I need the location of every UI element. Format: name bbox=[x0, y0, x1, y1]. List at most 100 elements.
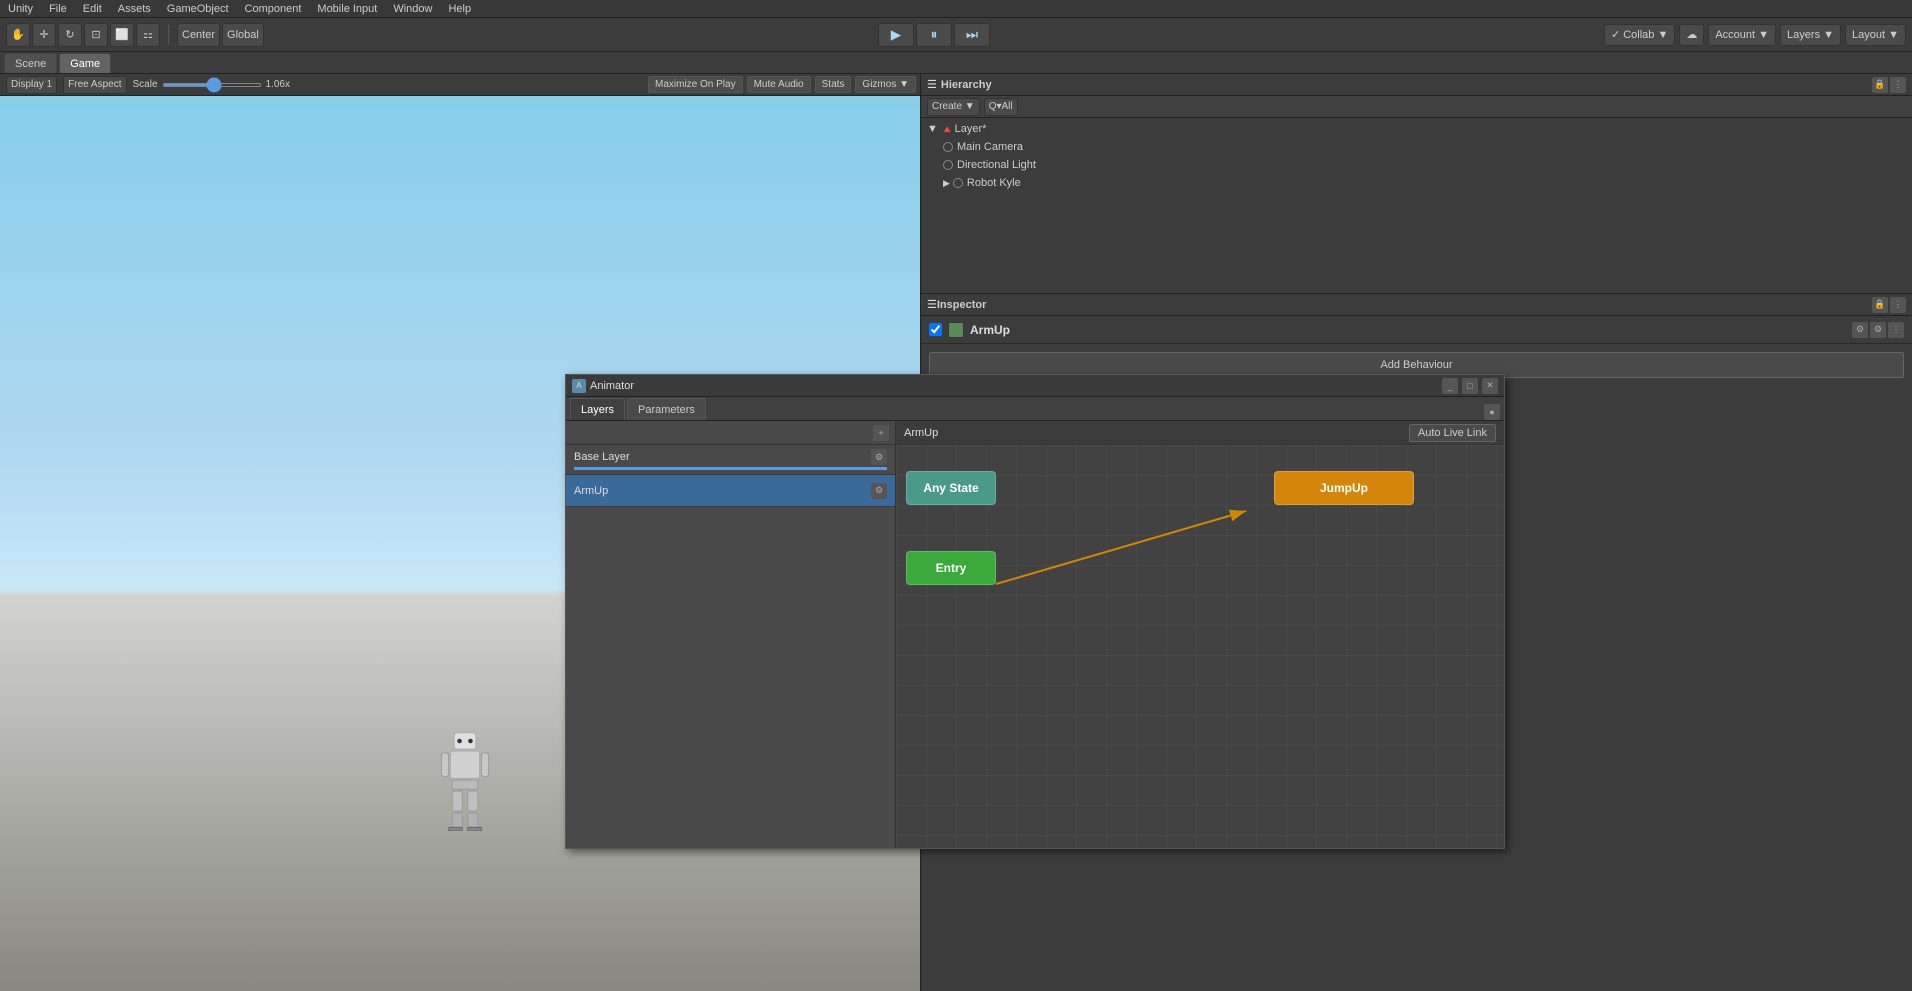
state-any-state[interactable]: Any State bbox=[906, 471, 996, 505]
animator-icon: A bbox=[572, 379, 586, 393]
multi-tool[interactable]: ⚏ bbox=[136, 23, 160, 47]
menu-bar: Unity File Edit Assets GameObject Compon… bbox=[0, 0, 1912, 18]
scale-slider[interactable] bbox=[162, 83, 262, 87]
auto-live-link-btn[interactable]: Auto Live Link bbox=[1409, 424, 1496, 442]
animator-tab-parameters[interactable]: Parameters bbox=[627, 398, 706, 420]
rotate-tool[interactable]: ↻ bbox=[58, 23, 82, 47]
hierarchy-panel: ☰ Hierarchy 🔒 ⋮ Create ▼ Q▾All ▼ 🔺 Layer… bbox=[920, 74, 1912, 294]
search-hierarchy-btn[interactable]: Q▾All bbox=[984, 98, 1018, 116]
robot-arrow: ▶ bbox=[943, 178, 950, 189]
pivot-btn[interactable]: Center bbox=[177, 23, 220, 47]
sep-1 bbox=[168, 25, 169, 45]
rect-tool[interactable]: ⬜ bbox=[110, 23, 134, 47]
graph-header: ArmUp Auto Live Link bbox=[896, 421, 1504, 445]
layer-item-left-armup: ArmUp bbox=[574, 485, 608, 497]
aspect-dropdown[interactable]: Free Aspect bbox=[63, 76, 126, 94]
obj-name: ArmUp bbox=[970, 323, 1010, 337]
tab-scene[interactable]: Scene bbox=[4, 53, 57, 73]
armup-layer-name: ArmUp bbox=[574, 485, 608, 497]
state-entry[interactable]: Entry bbox=[906, 551, 996, 585]
main-layout: Display 1 Free Aspect Scale 1.06x Maximi… bbox=[0, 74, 1912, 991]
step-button[interactable]: ⏭ bbox=[954, 23, 990, 47]
hand-tool[interactable]: ✋ bbox=[6, 23, 30, 47]
gizmos-btn[interactable]: Gizmos ▼ bbox=[855, 76, 916, 93]
graph-title: ArmUp bbox=[904, 427, 938, 439]
create-btn[interactable]: Create ▼ bbox=[927, 98, 980, 116]
animator-graph: ArmUp Auto Live Link Any State Entry Jum… bbox=[896, 421, 1504, 848]
menu-item-component[interactable]: Component bbox=[243, 2, 304, 16]
scene-icon: 🔺 bbox=[941, 123, 955, 136]
inspector-header: ☰ Inspector 🔒 ⋮ bbox=[921, 294, 1912, 316]
animator-eye-btn[interactable]: ● bbox=[1484, 404, 1500, 420]
robot-icon bbox=[953, 178, 963, 188]
animator-collapse-btn[interactable]: _ bbox=[1442, 378, 1458, 394]
cloud-icon: ☁ bbox=[1686, 28, 1697, 41]
inspector-menu-btn[interactable]: ⋮ bbox=[1890, 297, 1906, 313]
animator-layers-panel: + Base Layer ⚙ ArmUp bbox=[566, 421, 896, 848]
menu-item-window[interactable]: Window bbox=[391, 2, 434, 16]
view-tabs: Scene Game bbox=[0, 52, 1912, 74]
hierarchy-header-right: 🔒 ⋮ bbox=[1872, 77, 1906, 93]
hierarchy-lock-btn[interactable]: 🔒 bbox=[1872, 77, 1888, 93]
cloud-btn[interactable]: ☁ bbox=[1679, 24, 1704, 46]
pause-button[interactable]: ⏸ bbox=[916, 23, 952, 47]
base-layer-settings-btn[interactable]: ⚙ bbox=[871, 449, 887, 465]
base-layer-name: Base Layer bbox=[574, 451, 630, 463]
tab-game[interactable]: Game bbox=[59, 53, 111, 73]
animator-tabs-row: Layers Parameters ● bbox=[566, 397, 1504, 421]
scale-row: Scale 1.06x bbox=[133, 79, 290, 90]
graph-grid bbox=[896, 445, 1504, 848]
menu-item-assets[interactable]: Assets bbox=[116, 2, 153, 16]
inspector-lock-btn[interactable]: 🔒 bbox=[1872, 297, 1888, 313]
add-layer-btn[interactable]: + bbox=[873, 425, 889, 441]
collab-icon: ✓ bbox=[1611, 28, 1620, 41]
layout-btn[interactable]: Layout ▼ bbox=[1845, 24, 1906, 46]
camera-name: Main Camera bbox=[957, 141, 1023, 153]
toolbar: ✋ ✛ ↻ ⊡ ⬜ ⚏ Center Global ▶ ⏸ ⏭ ✓ Collab… bbox=[0, 18, 1912, 52]
menu-item-edit[interactable]: Edit bbox=[81, 2, 104, 16]
space-btn[interactable]: Global bbox=[222, 23, 264, 47]
hierarchy-item-layer[interactable]: ▼ 🔺 Layer* bbox=[921, 120, 1912, 138]
play-button[interactable]: ▶ bbox=[878, 23, 914, 47]
hierarchy-menu-btn[interactable]: ⋮ bbox=[1890, 77, 1906, 93]
menu-item-help[interactable]: Help bbox=[446, 2, 473, 16]
account-btn[interactable]: Account ▼ bbox=[1708, 24, 1776, 46]
move-tool[interactable]: ✛ bbox=[32, 23, 56, 47]
maximize-on-play-btn[interactable]: Maximize On Play bbox=[648, 76, 743, 93]
menu-item-mobile-input[interactable]: Mobile Input bbox=[315, 2, 379, 16]
transform-tools: ✋ ✛ ↻ ⊡ ⬜ ⚏ bbox=[6, 23, 160, 47]
inspector-layer-btn[interactable]: ⚙ bbox=[1852, 322, 1868, 338]
hierarchy-item-robot[interactable]: ▶ Robot Kyle bbox=[921, 174, 1912, 192]
state-jump-up[interactable]: JumpUp bbox=[1274, 471, 1414, 505]
menu-item-file[interactable]: File bbox=[47, 2, 69, 16]
animator-close-btn[interactable]: ✕ bbox=[1482, 378, 1498, 394]
animator-tab-layers[interactable]: Layers bbox=[570, 398, 625, 420]
mute-audio-btn[interactable]: Mute Audio bbox=[747, 76, 811, 93]
layers-header: + bbox=[566, 421, 895, 445]
menu-item-gameobject[interactable]: GameObject bbox=[165, 2, 231, 16]
animator-panel: A Animator _ □ ✕ Layers Parameters ● bbox=[565, 374, 1505, 849]
display-dropdown[interactable]: Display 1 bbox=[6, 76, 57, 94]
stats-btn[interactable]: Stats bbox=[815, 76, 852, 93]
layer-item-base[interactable]: Base Layer ⚙ bbox=[566, 445, 895, 475]
light-name: Directional Light bbox=[957, 159, 1036, 171]
animator-title-bar: A Animator _ □ ✕ bbox=[566, 375, 1504, 397]
armup-layer-settings-btn[interactable]: ⚙ bbox=[871, 483, 887, 499]
animator-icon-symbol: A bbox=[576, 381, 581, 390]
hierarchy-item-camera[interactable]: Main Camera bbox=[921, 138, 1912, 156]
obj-active-checkbox[interactable] bbox=[929, 323, 942, 336]
hierarchy-panel-header: ☰ Hierarchy 🔒 ⋮ bbox=[921, 74, 1912, 96]
layers-btn[interactable]: Layers ▼ bbox=[1780, 24, 1841, 46]
scale-value: 1.06x bbox=[266, 79, 290, 90]
inspector-tag-btn[interactable]: ⚙ bbox=[1870, 322, 1886, 338]
animator-expand-btn[interactable]: □ bbox=[1462, 378, 1478, 394]
collab-btn[interactable]: ✓ Collab ▼ bbox=[1604, 24, 1675, 46]
hierarchy-item-light[interactable]: Directional Light bbox=[921, 156, 1912, 174]
layer-item-armup[interactable]: ArmUp ⚙ bbox=[566, 475, 895, 507]
hierarchy-title: Hierarchy bbox=[941, 79, 992, 91]
menu-item-unity[interactable]: Unity bbox=[6, 2, 35, 16]
inspector-more-btn[interactable]: ⋮ bbox=[1888, 322, 1904, 338]
play-icon: ▶ bbox=[891, 27, 901, 43]
jump-up-label: JumpUp bbox=[1320, 481, 1368, 495]
scale-tool[interactable]: ⊡ bbox=[84, 23, 108, 47]
